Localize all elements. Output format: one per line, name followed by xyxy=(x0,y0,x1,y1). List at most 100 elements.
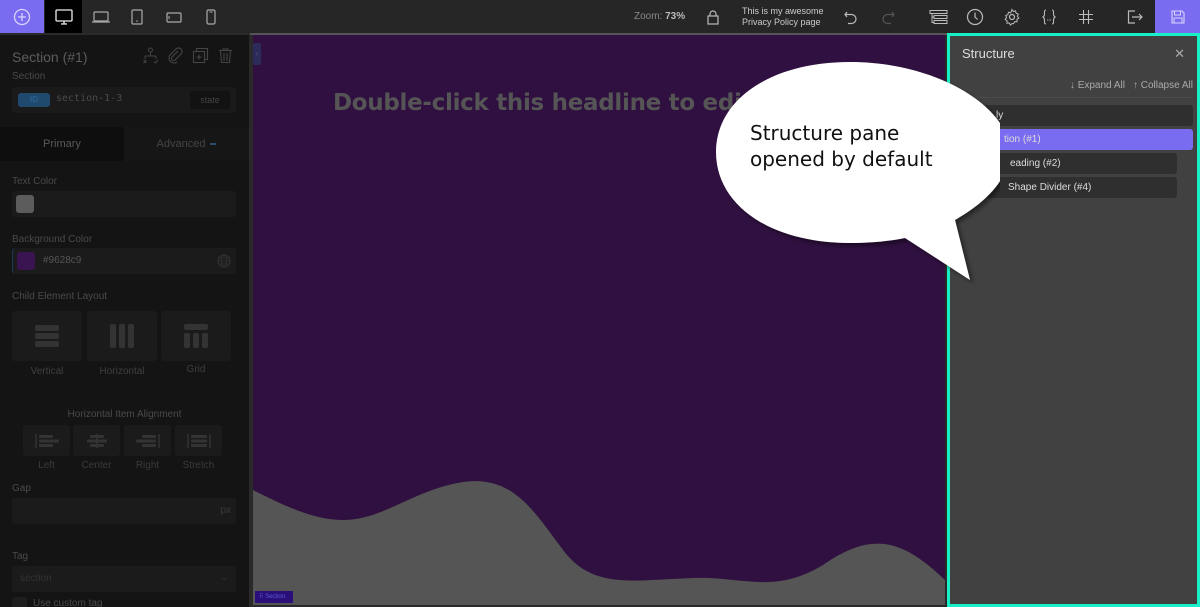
structure-panel: Structure ✕ ↓ Expand All ↑ Collapse All … xyxy=(947,33,1200,607)
mobile-icon xyxy=(205,8,216,25)
shape-divider[interactable] xyxy=(253,480,945,605)
chevron-down-icon: ⌄ xyxy=(220,572,228,582)
collapse-all-button[interactable]: ↑ Collapse All xyxy=(1133,80,1193,91)
settings-tabs: Primary Advanced xyxy=(0,127,249,161)
layout-grid-label: Grid xyxy=(186,364,206,375)
plus-circle-icon xyxy=(13,8,31,25)
lock-button[interactable] xyxy=(695,0,731,33)
link-button[interactable] xyxy=(167,47,184,64)
layout-grid-button[interactable] xyxy=(161,311,231,361)
settings-button[interactable] xyxy=(994,0,1030,33)
zoom-level[interactable]: Zoom: 73% xyxy=(634,0,685,33)
background-color-label: Background Color xyxy=(12,234,93,245)
tab-primary[interactable]: Primary xyxy=(0,127,124,161)
structure-item-section[interactable]: tion (#1) xyxy=(956,129,1193,150)
structure-item-body[interactable]: ly xyxy=(956,105,1193,126)
structure-list-icon xyxy=(929,9,948,24)
device-desktop-button[interactable] xyxy=(45,0,82,33)
align-left-button[interactable] xyxy=(23,425,70,456)
align-right-label: Right xyxy=(135,460,160,471)
structure-actions: ↓ Expand All ↑ Collapse All xyxy=(1070,80,1193,91)
id-badge[interactable]: ID xyxy=(18,93,50,107)
redo-icon xyxy=(882,11,895,24)
tablet-landscape-icon xyxy=(165,11,182,23)
structure-tree-button[interactable] xyxy=(142,47,159,64)
code-button[interactable] xyxy=(1031,0,1067,33)
align-stretch-icon xyxy=(186,433,211,448)
align-stretch-label: Stretch xyxy=(182,460,215,471)
layout-vertical-icon xyxy=(35,325,59,347)
tag-value: section xyxy=(20,573,52,584)
layout-horizontal-label: Horizontal xyxy=(99,366,145,377)
layout-vertical-button[interactable] xyxy=(12,311,82,361)
text-color-swatch[interactable] xyxy=(16,195,34,213)
align-center-icon xyxy=(86,433,107,448)
redo-button[interactable] xyxy=(870,0,906,33)
headline-element[interactable]: Double-click this headline to edi xyxy=(333,90,742,116)
element-id-value: section-1-3 xyxy=(56,93,123,104)
duplicate-icon xyxy=(192,47,209,64)
background-color-swatch[interactable] xyxy=(17,252,35,270)
structure-divider xyxy=(956,97,1193,98)
history-button[interactable] xyxy=(957,0,993,33)
background-color-field[interactable]: #9628c9 xyxy=(12,248,236,274)
structure-title: Structure xyxy=(962,46,1015,61)
element-type-label: Section xyxy=(12,71,46,82)
align-stretch-button[interactable] xyxy=(175,425,222,456)
section-label-tag[interactable]: ⠿ Section xyxy=(255,591,293,603)
state-button[interactable]: state xyxy=(190,91,230,109)
background-color-value: #9628c9 xyxy=(43,255,82,266)
layout-horizontal-button[interactable] xyxy=(87,311,157,361)
duplicate-button[interactable] xyxy=(192,47,209,64)
expand-all-button[interactable]: ↓ Expand All xyxy=(1070,80,1125,91)
align-center-button[interactable] xyxy=(73,425,120,456)
align-left-icon xyxy=(34,433,59,448)
hash-icon xyxy=(1079,9,1093,24)
exit-button[interactable] xyxy=(1117,0,1153,33)
align-right-icon xyxy=(135,433,160,448)
gap-input[interactable]: px xyxy=(12,498,236,524)
desktop-icon xyxy=(54,8,73,25)
delete-button[interactable] xyxy=(217,47,234,64)
exit-icon xyxy=(1127,9,1143,24)
laptop-icon xyxy=(91,10,110,23)
close-icon[interactable]: ✕ xyxy=(1174,46,1185,62)
structure-item-heading[interactable]: eading (#2) xyxy=(956,153,1177,174)
add-element-button[interactable] xyxy=(0,0,44,33)
element-settings-panel: Section (#1) Section ID section-1-3 stat… xyxy=(0,35,249,607)
custom-tag-checkbox[interactable] xyxy=(12,597,27,607)
tab-advanced[interactable]: Advanced xyxy=(124,127,249,161)
collapse-panel-button[interactable]: ‹ xyxy=(253,43,261,65)
device-laptop-button[interactable] xyxy=(82,0,119,33)
alignment-label: Horizontal Item Alignment xyxy=(67,409,182,420)
advanced-indicator-icon xyxy=(210,143,217,146)
child-layout-label: Child Element Layout xyxy=(12,291,108,302)
device-mobile-button[interactable] xyxy=(192,0,229,33)
device-tablet-portrait-button[interactable] xyxy=(118,0,155,33)
align-right-button[interactable] xyxy=(124,425,171,456)
clock-icon xyxy=(966,8,984,25)
custom-tag-label: Use custom tag xyxy=(33,598,103,607)
layout-horizontal-icon xyxy=(110,324,134,348)
tree-icon xyxy=(143,47,159,64)
undo-button[interactable] xyxy=(833,0,869,33)
save-button[interactable] xyxy=(1155,0,1200,33)
gap-unit: px xyxy=(220,505,231,516)
globe-icon[interactable] xyxy=(217,254,231,268)
element-id-field[interactable]: ID section-1-3 state xyxy=(12,87,236,113)
wave-shape xyxy=(253,481,945,605)
align-center-label: Center xyxy=(81,460,112,471)
structure-toggle-button[interactable] xyxy=(921,0,957,33)
save-disk-icon xyxy=(1170,9,1185,24)
structure-item-shape-divider[interactable]: Shape Divider (#4) xyxy=(956,177,1177,198)
element-actions xyxy=(142,47,234,64)
undo-icon xyxy=(844,11,857,24)
css-classes-button[interactable] xyxy=(1068,0,1104,33)
gear-icon xyxy=(1004,7,1020,26)
text-color-label: Text Color xyxy=(12,176,58,187)
page-title[interactable]: This is my awesome Privacy Policy page xyxy=(742,6,824,28)
gap-label: Gap xyxy=(12,483,31,494)
text-color-field[interactable] xyxy=(12,191,236,217)
device-tablet-landscape-button[interactable] xyxy=(155,0,192,33)
tag-select[interactable]: section ⌄ xyxy=(12,566,236,592)
